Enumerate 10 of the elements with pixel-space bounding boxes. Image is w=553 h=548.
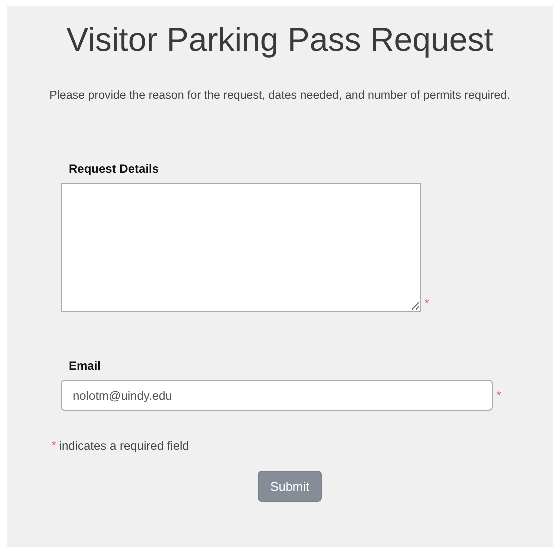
field-label: Request Details [69, 162, 160, 176]
required-mark: * [497, 390, 502, 402]
required-mark: * [425, 298, 430, 310]
field-label: Email [69, 359, 102, 373]
email-field[interactable]: nolotm@uindy.edu [61, 380, 493, 411]
instructions-text: Please provide the reason for the request, dates needed, and number of permits required. [48, 89, 512, 102]
request-details-field[interactable] [61, 183, 421, 312]
required-mark: * [52, 440, 56, 452]
page-title: Visitor Parking Pass Request [66, 20, 494, 60]
required-note: indicates a required field [59, 439, 190, 453]
